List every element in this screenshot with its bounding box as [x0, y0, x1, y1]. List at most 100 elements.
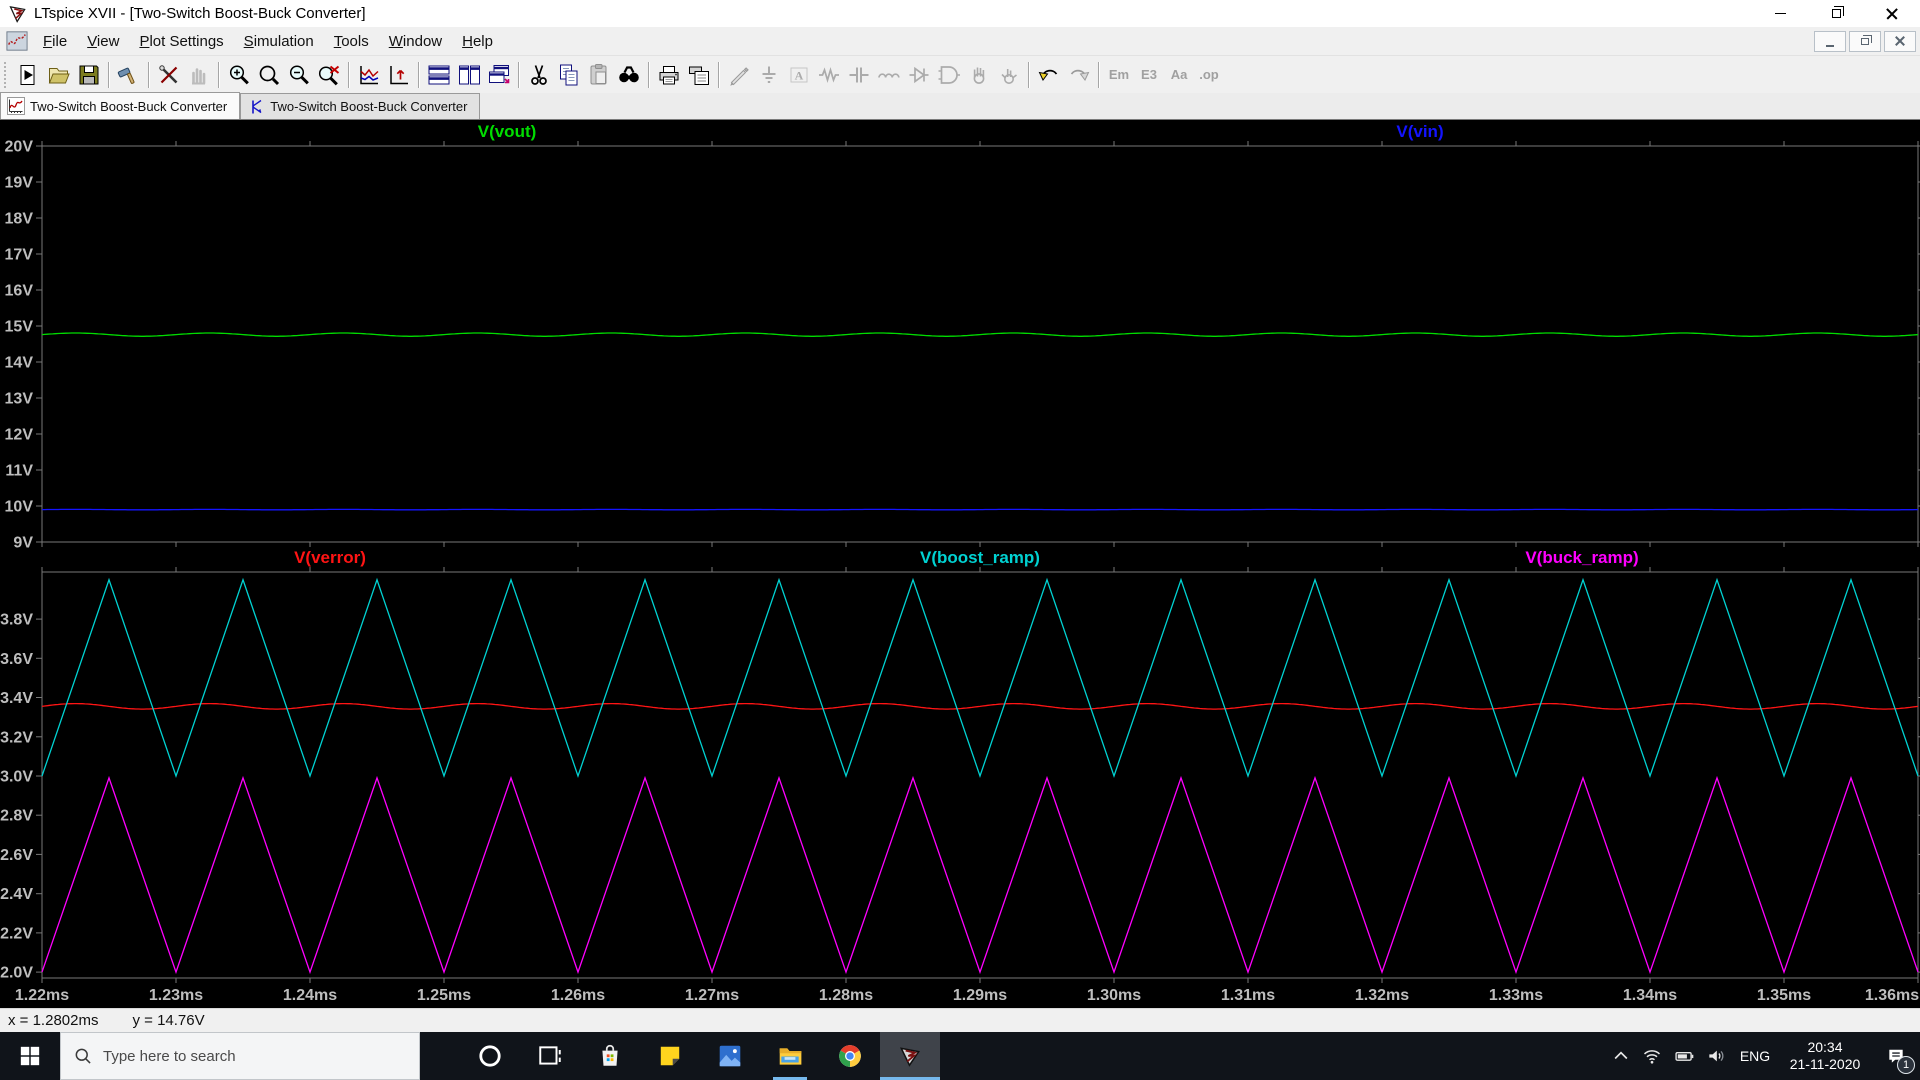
- zoom-back-button[interactable]: [254, 60, 284, 90]
- title-bar: LTspice XVII - [Two-Switch Boost-Buck Co…: [0, 0, 1920, 27]
- move-text-button: Em: [1104, 60, 1134, 90]
- taskbar-search[interactable]: [60, 1032, 420, 1080]
- child-minimize-button[interactable]: [1814, 30, 1846, 52]
- save-icon: [79, 65, 99, 84]
- child-restore-button[interactable]: [1849, 30, 1881, 52]
- menu-plot-settings[interactable]: Plot Settings: [129, 29, 233, 54]
- taskbar-photos-button[interactable]: [700, 1032, 760, 1080]
- trace-label-buck-ramp[interactable]: V(buck_ramp): [1525, 548, 1638, 568]
- minimize-icon: [1774, 12, 1786, 15]
- clock[interactable]: 20:34 21-11-2020: [1778, 1032, 1872, 1080]
- open-button[interactable]: [44, 60, 74, 90]
- tray-chevron-button[interactable]: [1606, 1032, 1636, 1080]
- windows-start-icon: [20, 1046, 40, 1066]
- x-axis-tick-label: 1.27ms: [685, 987, 739, 1004]
- x-axis-tick-label: 1.32ms: [1355, 987, 1409, 1004]
- language-indicator[interactable]: ENG: [1732, 1032, 1778, 1080]
- speaker-icon: [1709, 1050, 1724, 1062]
- action-center-button[interactable]: 1: [1872, 1032, 1920, 1080]
- zoom-in-button[interactable]: [224, 60, 254, 90]
- search-input[interactable]: [103, 1047, 393, 1065]
- trace-V(boost_ramp): [41, 577, 1919, 779]
- taskbar-cortana-button[interactable]: [460, 1032, 520, 1080]
- print-preview-button[interactable]: [684, 60, 714, 90]
- child-window-controls: [1814, 30, 1916, 52]
- toolbar-separator: [148, 61, 150, 88]
- window-title: LTspice XVII - [Two-Switch Boost-Buck Co…: [34, 5, 366, 22]
- x-axis-tick-label: 1.29ms: [953, 987, 1007, 1004]
- start-button[interactable]: [0, 1032, 60, 1080]
- edit-tools-button[interactable]: [154, 60, 184, 90]
- child-restore-icon: [1861, 35, 1873, 45]
- zoom-out-button[interactable]: [284, 60, 314, 90]
- trace-label-boost-ramp[interactable]: V(boost_ramp): [920, 548, 1040, 568]
- battery-button[interactable]: [1668, 1032, 1700, 1080]
- taskbar-sticky-notes-button[interactable]: [640, 1032, 700, 1080]
- menu-simulation[interactable]: Simulation: [234, 29, 324, 54]
- restore-button[interactable]: [1808, 0, 1864, 27]
- redo-icon: [1070, 69, 1090, 81]
- print-button[interactable]: [654, 60, 684, 90]
- ground-icon: [762, 66, 776, 83]
- trace-V(vout): [41, 332, 1919, 337]
- toolbar: A Em E3 Aa .op: [0, 56, 1920, 93]
- toolbar-separator: [718, 61, 720, 88]
- tile-vertical-button[interactable]: [454, 60, 484, 90]
- restore-icon: [1831, 6, 1845, 18]
- net-label-icon: A: [790, 67, 808, 82]
- capacitor-icon: [849, 67, 869, 82]
- undo-button[interactable]: [1034, 60, 1064, 90]
- autorange-y-axis-icon: [360, 65, 379, 84]
- menu-view[interactable]: View: [77, 29, 129, 54]
- minimize-button[interactable]: [1752, 0, 1808, 27]
- diode-button: [904, 60, 934, 90]
- x-axis-tick-label: 1.30ms: [1087, 987, 1141, 1004]
- close-icon: [1886, 8, 1898, 20]
- zoom-full-extents-button[interactable]: [314, 60, 344, 90]
- edit-text-button: E3: [1134, 60, 1164, 90]
- menu-file[interactable]: File: [33, 29, 77, 54]
- component-button: [934, 60, 964, 90]
- taskbar-chrome-button[interactable]: [820, 1032, 880, 1080]
- toolbar-separator: [648, 61, 650, 88]
- save-button[interactable]: [74, 60, 104, 90]
- taskbar-task-view-button[interactable]: [520, 1032, 580, 1080]
- trace-label-verror[interactable]: V(verror): [294, 548, 366, 568]
- trace-label-vin[interactable]: V(vin): [1396, 122, 1443, 142]
- run-button[interactable]: [14, 60, 44, 90]
- taskbar-store-button[interactable]: [580, 1032, 640, 1080]
- taskbar-file-explorer-button[interactable]: [760, 1032, 820, 1080]
- halt-icon: [192, 67, 206, 84]
- y-axis-tick-label: 10V: [5, 499, 34, 516]
- child-close-button[interactable]: [1884, 30, 1916, 52]
- control-panel-button[interactable]: [114, 60, 144, 90]
- wire-icon: [730, 66, 749, 86]
- tile-vertical-icon: [459, 65, 480, 84]
- volume-button[interactable]: [1700, 1032, 1732, 1080]
- autorange-y-axis-button[interactable]: [354, 60, 384, 90]
- y-axis-tick-label: 12V: [5, 427, 34, 444]
- cut-button[interactable]: [524, 60, 554, 90]
- copy-button[interactable]: [554, 60, 584, 90]
- cascade-windows-button[interactable]: [484, 60, 514, 90]
- tab-schematic[interactable]: Two-Switch Boost-Buck Converter: [240, 93, 481, 119]
- tile-horizontal-button[interactable]: [424, 60, 454, 90]
- find-button[interactable]: [614, 60, 644, 90]
- print-icon: [659, 65, 679, 84]
- drag-button: [994, 60, 1024, 90]
- cursor-x-readout: x = 1.2802ms: [8, 1012, 99, 1029]
- taskbar-pinned-icons: [460, 1032, 940, 1080]
- close-button[interactable]: [1864, 0, 1920, 27]
- menu-tools[interactable]: Tools: [324, 29, 379, 54]
- toolbar-separator: [108, 61, 110, 88]
- menu-help[interactable]: Help: [452, 29, 503, 54]
- taskbar-ltspice-button[interactable]: [880, 1032, 940, 1080]
- tab-waveform[interactable]: Two-Switch Boost-Buck Converter: [0, 92, 241, 119]
- trace-label-vout[interactable]: V(vout): [478, 122, 537, 142]
- y-axis-tick-label: 14V: [5, 355, 34, 372]
- menu-window[interactable]: Window: [379, 29, 452, 54]
- wifi-button[interactable]: [1636, 1032, 1668, 1080]
- y-axis-tick-label: 3.4V: [0, 690, 33, 707]
- chevron-up-icon: [1614, 1051, 1628, 1060]
- pan-axes-button[interactable]: [384, 60, 414, 90]
